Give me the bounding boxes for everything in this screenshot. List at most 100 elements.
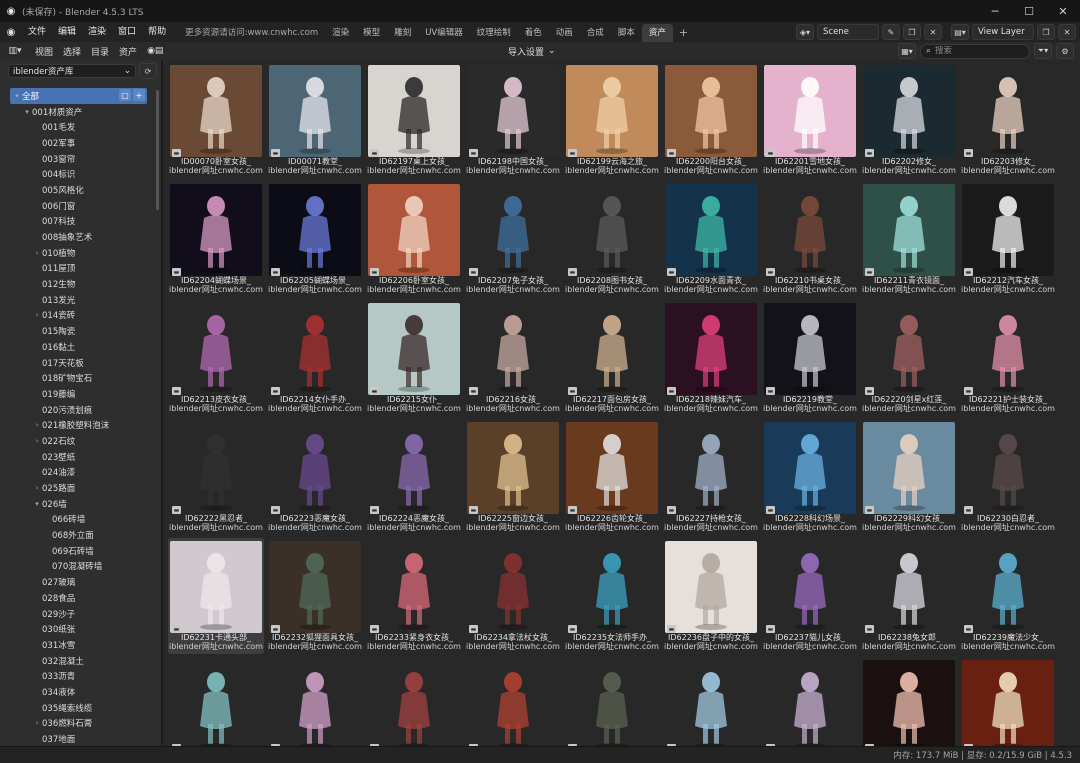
asset-tile[interactable]: ▬ xyxy=(760,657,860,746)
chevron-down-icon[interactable]: ▾ xyxy=(32,500,42,508)
remove-layer-icon[interactable]: ✕ xyxy=(1058,24,1076,40)
pin-icon[interactable]: ✎ xyxy=(882,24,900,40)
copy-scene-icon[interactable]: ❐ xyxy=(903,24,921,40)
asset-tile[interactable]: ▬ ID62205蝴蝶场景_ iblender网址cnwhc.com xyxy=(265,181,365,297)
menu-asset[interactable]: 资产 xyxy=(114,45,142,58)
blender-file-icon[interactable]: ◉▤ xyxy=(142,46,168,56)
menu-window[interactable]: 窗口 xyxy=(112,22,142,42)
catalog-item[interactable]: › 010植物 xyxy=(0,245,161,261)
asset-tile[interactable]: ▬ ID62224恶魔女孩_ iblender网址cnwhc.com xyxy=(364,419,464,535)
menu-edit[interactable]: 编辑 xyxy=(52,22,82,42)
chevron-right-icon[interactable]: › xyxy=(32,249,42,257)
chevron-right-icon[interactable]: › xyxy=(32,437,42,445)
asset-tile[interactable]: ▬ ID62235女法师手办_ iblender网址cnwhc.com xyxy=(562,538,662,654)
catalog-item[interactable]: 008抽象艺术 xyxy=(0,229,161,245)
tab-url[interactable]: 更多资源请访问:www.cnwhc.com xyxy=(178,24,325,42)
catalog-item[interactable]: 031冰雪 xyxy=(0,637,161,653)
catalog-item[interactable]: 066砖墙 xyxy=(0,512,161,528)
catalog-item[interactable]: 018矿物宝石 xyxy=(0,370,161,386)
tab-compositing[interactable]: 合成 xyxy=(580,24,611,42)
catalog-item[interactable]: 029沙子 xyxy=(0,606,161,622)
tab-assets[interactable]: 资产 xyxy=(641,24,673,42)
catalog-item[interactable]: › 025路面 xyxy=(0,480,161,496)
catalog-item[interactable]: 030纸张 xyxy=(0,621,161,637)
asset-tile[interactable]: ▬ ID62208图书女孩_ iblender网址cnwhc.com xyxy=(562,181,662,297)
asset-tile[interactable]: ▬ xyxy=(958,657,1058,746)
copy-layer-icon[interactable]: ❐ xyxy=(1037,24,1055,40)
maximize-button[interactable]: ☐ xyxy=(1012,0,1046,22)
catalog-item[interactable]: ▾ 026墙 xyxy=(0,496,161,512)
tab-texture-paint[interactable]: 纹理绘制 xyxy=(470,24,518,42)
catalog-item[interactable]: 003窗帘 xyxy=(0,151,161,167)
catalog-item[interactable]: 068外立面 xyxy=(0,527,161,543)
catalog-item[interactable]: › 014瓷砖 xyxy=(0,308,161,324)
catalog-item[interactable]: 015陶瓷 xyxy=(0,323,161,339)
asset-tile[interactable]: ▬ xyxy=(562,657,662,746)
tab-animation[interactable]: 动画 xyxy=(549,24,580,42)
asset-tile[interactable]: ▬ ID62236盘子中的女孩_ iblender网址cnwhc.com xyxy=(661,538,761,654)
scene-type-icon[interactable]: ◈▾ xyxy=(796,24,814,40)
asset-tile[interactable]: ▬ ID62211青衣镜面_ iblender网址cnwhc.com xyxy=(859,181,959,297)
catalog-item[interactable]: 011屋顶 xyxy=(0,261,161,277)
catalog-item[interactable]: › 021橡胶塑料泡沫 xyxy=(0,417,161,433)
catalog-item[interactable]: 002军事 xyxy=(0,135,161,151)
asset-tile[interactable]: ▬ ID62202修女_ iblender网址cnwhc.com xyxy=(859,62,959,178)
asset-tile[interactable]: ▬ ID62203修女_ iblender网址cnwhc.com xyxy=(958,62,1058,178)
asset-tile[interactable]: ▬ ID62213皮衣女孩_ iblender网址cnwhc.com xyxy=(166,300,266,416)
asset-tile[interactable]: ▬ ID62220剑星x红莲_ iblender网址cnwhc.com xyxy=(859,300,959,416)
asset-tile[interactable]: ▬ ID62204蝴蝶场景_ iblender网址cnwhc.com xyxy=(166,181,266,297)
catalog-item[interactable]: 005风格化 xyxy=(0,182,161,198)
remove-scene-icon[interactable]: ✕ xyxy=(924,24,942,40)
catalog-item[interactable]: 037地面 xyxy=(0,731,161,746)
asset-tile[interactable]: ▬ ID62199云海之旅_ iblender网址cnwhc.com xyxy=(562,62,662,178)
asset-tile[interactable]: ▬ ID62232狐狸面具女孩_ iblender网址cnwhc.com xyxy=(265,538,365,654)
refresh-icon[interactable]: ⟳ xyxy=(139,63,157,79)
asset-library-select[interactable]: iblender资产库 ⌄ xyxy=(8,64,136,78)
tab-scripting[interactable]: 脚本 xyxy=(611,24,642,42)
catalog-item[interactable]: › 036燃料石膏 xyxy=(0,716,161,732)
minimize-button[interactable]: ─ xyxy=(978,0,1012,22)
catalog-item[interactable]: 035绳索线缆 xyxy=(0,700,161,716)
asset-tile[interactable]: ▬ ID00071教堂_ iblender网址cnwhc.com xyxy=(265,62,365,178)
asset-tile[interactable]: ▬ ID62234拿法杖女孩_ iblender网址cnwhc.com xyxy=(463,538,563,654)
asset-tile[interactable]: ▬ ID62215女仆_ iblender网址cnwhc.com xyxy=(364,300,464,416)
chevron-right-icon[interactable]: › xyxy=(32,484,42,492)
asset-tile[interactable]: ▬ xyxy=(166,657,266,746)
menu-render[interactable]: 渲染 xyxy=(82,22,112,42)
catalog-item[interactable]: 007科技 xyxy=(0,214,161,230)
view-layer-icon[interactable]: ▤▾ xyxy=(951,24,969,40)
tab-sculpt[interactable]: 雕刻 xyxy=(387,24,418,42)
catalog-item[interactable]: › 022石纹 xyxy=(0,433,161,449)
chevron-down-icon[interactable]: ▾ xyxy=(12,92,22,100)
asset-tile[interactable]: ▬ ID62201雪地女孩_ iblender网址cnwhc.com xyxy=(760,62,860,178)
asset-tile[interactable]: ▬ ID62225窗边女孩_ iblender网址cnwhc.com xyxy=(463,419,563,535)
asset-tile[interactable]: ▬ ID00070卧室女孩_ iblender网址cnwhc.com xyxy=(166,62,266,178)
asset-tile[interactable]: ▬ ID62221护士装女孩_ iblender网址cnwhc.com xyxy=(958,300,1058,416)
asset-tile[interactable]: ▬ ID62239魔法少女_ iblender网址cnwhc.com xyxy=(958,538,1058,654)
catalog-item[interactable]: 017天花板 xyxy=(0,355,161,371)
tab-uv-editing[interactable]: UV编辑器 xyxy=(418,24,470,42)
asset-tile[interactable]: ▬ ID62229科幻女孩_ iblender网址cnwhc.com xyxy=(859,419,959,535)
asset-tile[interactable]: ▬ xyxy=(661,657,761,746)
asset-tile[interactable]: ▬ ID62228科幻场景_ iblender网址cnwhc.com xyxy=(760,419,860,535)
add-catalog-icon[interactable]: + xyxy=(133,89,145,101)
catalog-item[interactable]: 006门窗 xyxy=(0,198,161,214)
asset-tile[interactable]: ▬ xyxy=(364,657,464,746)
asset-tile[interactable]: ▬ ID62226齿轮女孩_ iblender网址cnwhc.com xyxy=(562,419,662,535)
asset-tile[interactable]: ▬ xyxy=(265,657,365,746)
menu-help[interactable]: 帮助 xyxy=(142,22,172,42)
add-workspace-button[interactable]: + xyxy=(673,26,694,39)
asset-tile[interactable]: ▬ ID62227持枪女孩_ iblender网址cnwhc.com xyxy=(661,419,761,535)
chevron-right-icon[interactable]: › xyxy=(32,311,42,319)
catalog-item[interactable]: 070混凝砖墙 xyxy=(0,559,161,575)
catalog-item[interactable]: 020污渍划痕 xyxy=(0,402,161,418)
catalog-item[interactable]: 032混凝土 xyxy=(0,653,161,669)
catalog-item[interactable]: 069石砖墙 xyxy=(0,543,161,559)
menu-select[interactable]: 选择 xyxy=(58,45,86,58)
catalog-item[interactable]: 012生物 xyxy=(0,276,161,292)
chevron-right-icon[interactable]: › xyxy=(32,421,42,429)
asset-tile[interactable]: ▬ ID62197桌上女孩_ iblender网址cnwhc.com xyxy=(364,62,464,178)
catalog-item[interactable]: 004标识 xyxy=(0,166,161,182)
tab-modeling[interactable]: 模型 xyxy=(356,24,387,42)
asset-tile[interactable]: ▬ ID62207兔子女孩_ iblender网址cnwhc.com xyxy=(463,181,563,297)
